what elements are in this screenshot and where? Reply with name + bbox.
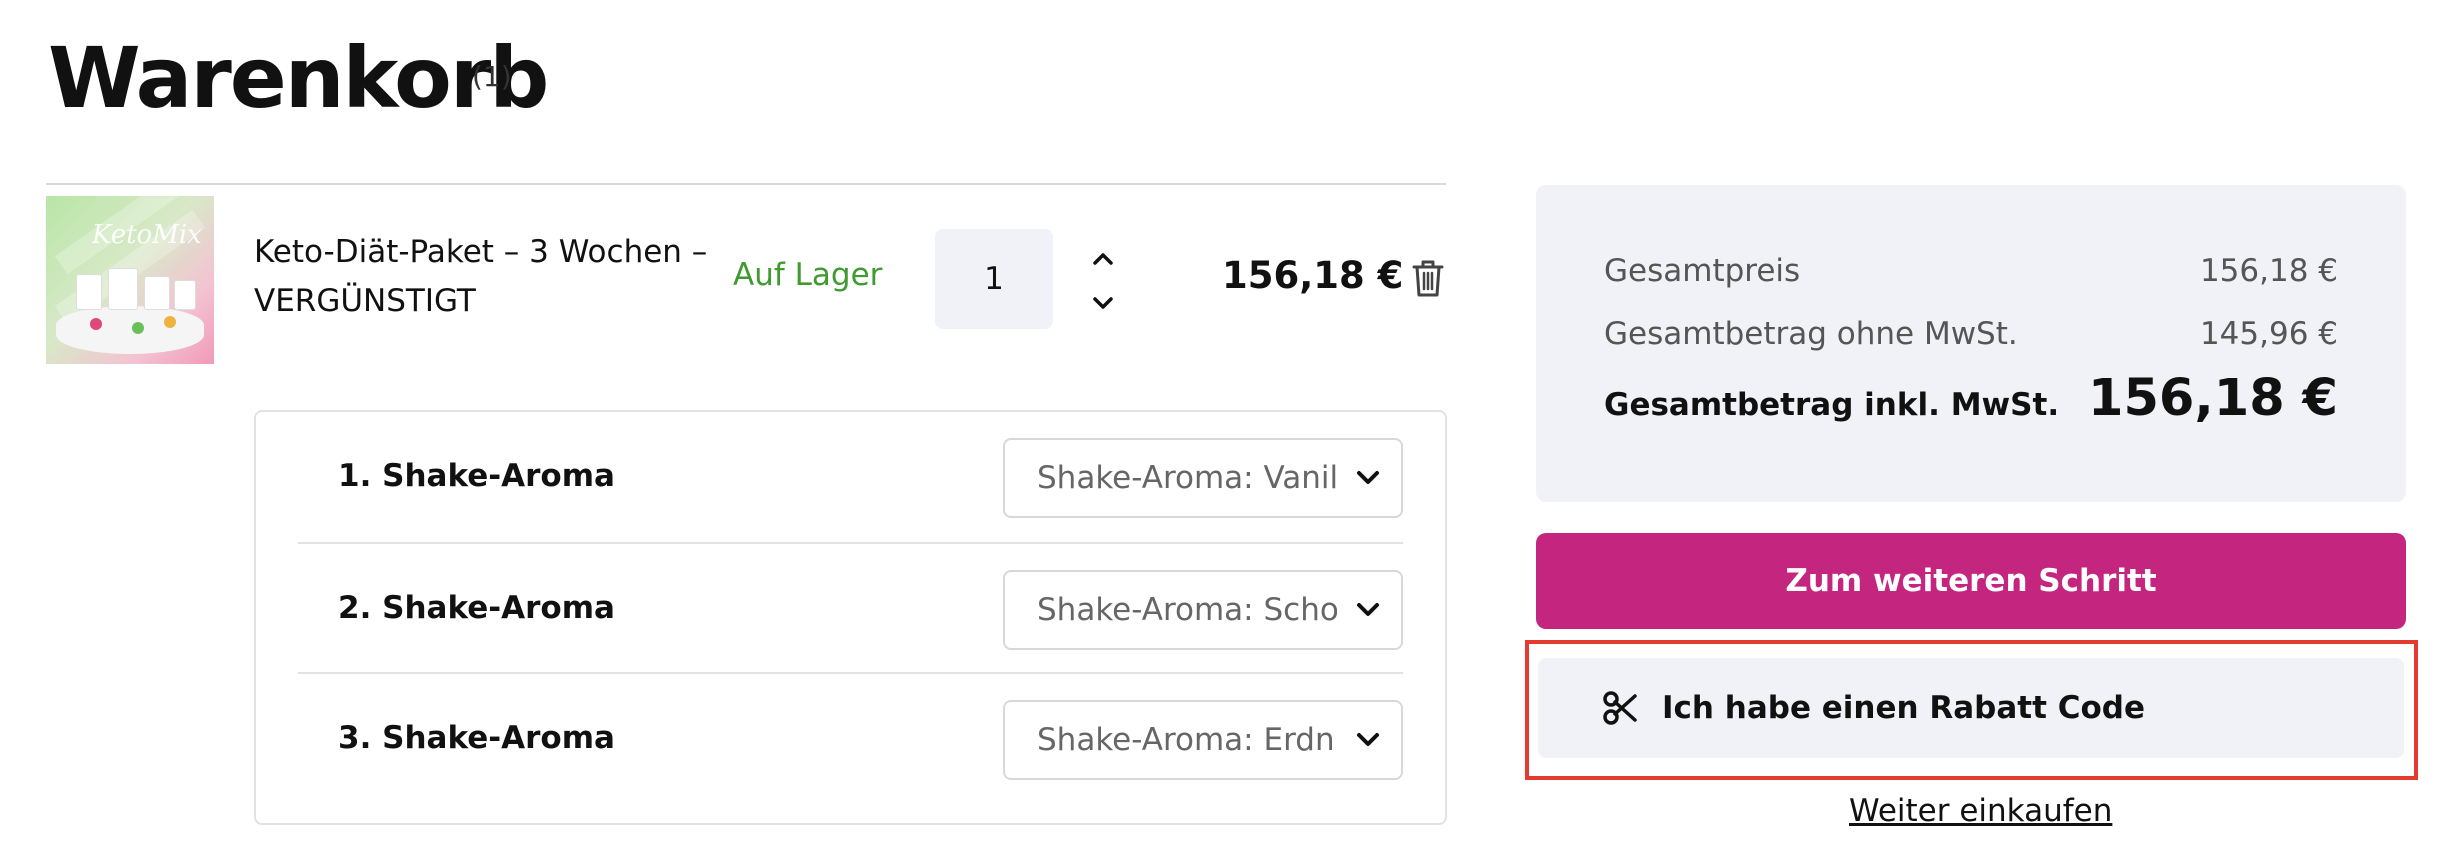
quantity-input[interactable]: 1	[935, 229, 1053, 329]
coupon-code-button[interactable]: Ich habe einen Rabatt Code	[1538, 658, 2404, 758]
summary-net-value: 145,96 €	[2199, 316, 2338, 352]
chevron-down-icon	[1357, 733, 1379, 746]
summary-gross-label: Gesamtbetrag inkl. MwSt.	[1604, 387, 2060, 423]
summary-total-value: 156,18 €	[2199, 253, 2338, 289]
chevron-down-icon	[1357, 603, 1379, 616]
next-step-button[interactable]: Zum weiteren Schritt	[1536, 533, 2406, 629]
chevron-up-icon[interactable]	[1088, 246, 1118, 270]
product-name[interactable]: Keto-Diät-Paket – 3 Wochen – VERGÜNSTIGT	[254, 228, 714, 326]
summary-gross-value: 156,18 €	[2087, 369, 2338, 428]
option-label: 3. Shake-Aroma	[338, 720, 615, 756]
product-options: 1. Shake-Aroma Shake-Aroma: Vanille 2. S…	[254, 410, 1447, 825]
option-label: 1. Shake-Aroma	[338, 458, 615, 494]
option-row: 1. Shake-Aroma Shake-Aroma: Vanille	[298, 412, 1403, 542]
flavor-select-3[interactable]: Shake-Aroma: Erdnuss	[1003, 700, 1403, 780]
continue-shopping-link[interactable]: Weiter einkaufen	[1849, 793, 2112, 829]
flavor-select-2[interactable]: Shake-Aroma: Schoko	[1003, 570, 1403, 650]
summary-gross-row: Gesamtbetrag inkl. MwSt. 156,18 €	[1604, 369, 2338, 428]
order-summary: Gesamtpreis 156,18 € Gesamtbetrag ohne M…	[1536, 185, 2406, 502]
stock-status: Auf Lager	[733, 257, 883, 293]
chevron-down-icon[interactable]	[1088, 292, 1118, 316]
option-row: 3. Shake-Aroma Shake-Aroma: Erdnuss	[298, 672, 1403, 802]
option-label: 2. Shake-Aroma	[338, 590, 615, 626]
product-image-brand: KetoMix	[92, 220, 202, 250]
flavor-select-value: Shake-Aroma: Vanille	[1037, 460, 1337, 496]
scissors-icon	[1603, 691, 1637, 725]
product-image[interactable]: KetoMix	[46, 196, 214, 364]
flavor-select-1[interactable]: Shake-Aroma: Vanille	[1003, 438, 1403, 518]
trash-icon[interactable]	[1411, 258, 1445, 298]
summary-net-label: Gesamtbetrag ohne MwSt.	[1604, 316, 2018, 352]
flavor-select-value: Shake-Aroma: Schoko	[1037, 592, 1337, 628]
coupon-code-label: Ich habe einen Rabatt Code	[1662, 690, 2145, 726]
summary-total-label: Gesamtpreis	[1604, 253, 1801, 289]
cart-count: (1)	[472, 60, 512, 93]
chevron-down-icon	[1357, 471, 1379, 484]
divider	[46, 183, 1446, 185]
summary-total-row: Gesamtpreis 156,18 €	[1604, 253, 2338, 289]
item-price: 156,18 €	[1222, 254, 1404, 297]
flavor-select-value: Shake-Aroma: Erdnuss	[1037, 722, 1337, 758]
summary-net-row: Gesamtbetrag ohne MwSt. 145,96 €	[1604, 316, 2338, 352]
option-row: 2. Shake-Aroma Shake-Aroma: Schoko	[298, 542, 1403, 672]
